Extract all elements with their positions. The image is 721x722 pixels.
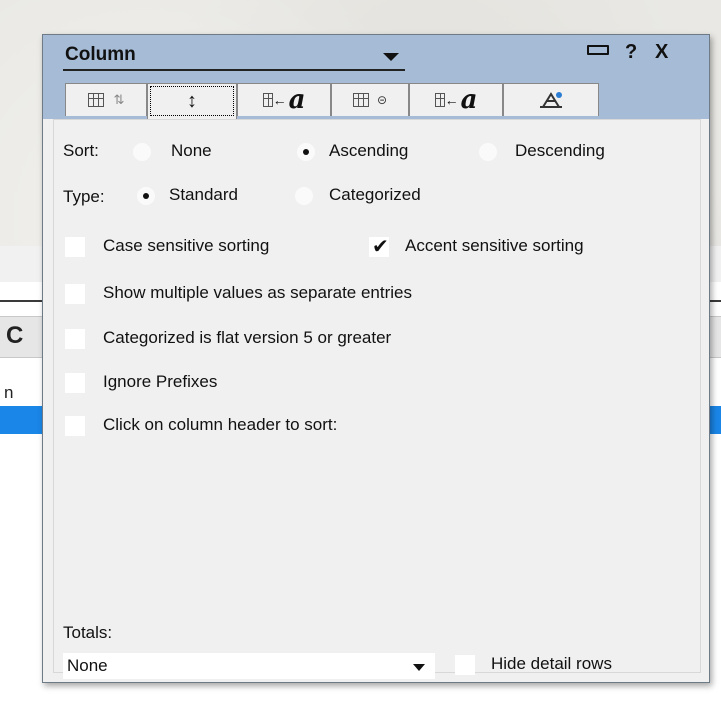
help-button[interactable]: ?: [625, 41, 637, 64]
up-down-icon: ↕: [187, 90, 197, 112]
tab-sorting[interactable]: ↕: [147, 83, 237, 119]
dialog-title: Column: [65, 44, 136, 65]
column-font-icon: [262, 93, 273, 107]
hide-detail-rows-checkbox[interactable]: [455, 655, 475, 675]
tab-column-info[interactable]: ⇅: [65, 83, 147, 116]
case-sensitive-checkbox[interactable]: [65, 237, 85, 257]
type-label: Type:: [63, 187, 105, 206]
chevron-down-icon: [383, 53, 399, 61]
grid-number-icon: [352, 93, 369, 107]
grid-icon: [87, 93, 104, 107]
click-header-sort-label[interactable]: Click on column header to sort:: [103, 415, 337, 435]
chevron-down-icon: [413, 664, 425, 671]
multiple-values-checkbox[interactable]: [65, 284, 85, 304]
hat-icon: [540, 92, 562, 108]
type-categorized-label[interactable]: Categorized: [329, 185, 421, 205]
font-a-icon: a: [460, 85, 478, 115]
categorized-flat-label[interactable]: Categorized is flat version 5 or greater: [103, 328, 391, 348]
sort-ascending-radio[interactable]: [297, 143, 315, 161]
totals-dropdown[interactable]: None: [63, 653, 435, 679]
totals-label: Totals:: [63, 623, 113, 642]
type-standard-label[interactable]: Standard: [169, 185, 238, 205]
type-categorized-radio[interactable]: [295, 187, 313, 205]
sort-descending-radio[interactable]: [479, 143, 497, 161]
close-button[interactable]: X: [655, 41, 668, 64]
categorized-flat-checkbox[interactable]: [65, 329, 85, 349]
type-standard-radio[interactable]: [137, 187, 155, 205]
number-format-icon: ⊝: [376, 93, 388, 107]
ignore-prefixes-label[interactable]: Ignore Prefixes: [103, 372, 217, 392]
sort-ascending-label[interactable]: Ascending: [329, 141, 408, 161]
accent-sensitive-checkbox[interactable]: ✔: [369, 236, 389, 258]
checkmark-icon: ✔: [372, 236, 389, 258]
sort-none-radio[interactable]: [133, 143, 151, 161]
background-row-text: n: [4, 383, 14, 402]
tab-column-font[interactable]: ← a: [237, 83, 331, 116]
ignore-prefixes-checkbox[interactable]: [65, 373, 85, 393]
sort-glyph-icon: ⇅: [113, 92, 125, 107]
multiple-values-label[interactable]: Show multiple values as separate entries: [103, 283, 412, 303]
arrow-left-icon: ←: [272, 92, 287, 108]
tab-header-font[interactable]: ← a: [409, 83, 503, 116]
column-properties-dialog: Column ? X ⇅ ↕ ← a ⊝ ← a Sort: None Asce…: [42, 34, 710, 683]
minimize-icon[interactable]: [587, 45, 609, 55]
title-bar[interactable]: Column ? X ⇅ ↕ ← a ⊝ ← a: [43, 35, 709, 119]
properties-type-selector[interactable]: Column: [63, 43, 405, 71]
accent-sensitive-label[interactable]: Accent sensitive sorting: [405, 236, 584, 256]
font-a-icon: a: [288, 85, 306, 115]
sort-none-label[interactable]: None: [171, 141, 212, 161]
totals-value: None: [67, 656, 108, 675]
tab-advanced[interactable]: [503, 83, 599, 116]
click-header-sort-checkbox[interactable]: [65, 416, 85, 436]
arrow-left-icon: ←: [444, 92, 459, 108]
background-header-text: C: [6, 322, 24, 349]
sort-label: Sort:: [63, 141, 99, 160]
case-sensitive-label[interactable]: Case sensitive sorting: [103, 236, 269, 256]
sort-descending-label[interactable]: Descending: [515, 141, 605, 161]
header-font-icon: [434, 93, 445, 107]
hide-detail-rows-label[interactable]: Hide detail rows: [491, 654, 612, 674]
tab-numbers[interactable]: ⊝: [331, 83, 409, 116]
